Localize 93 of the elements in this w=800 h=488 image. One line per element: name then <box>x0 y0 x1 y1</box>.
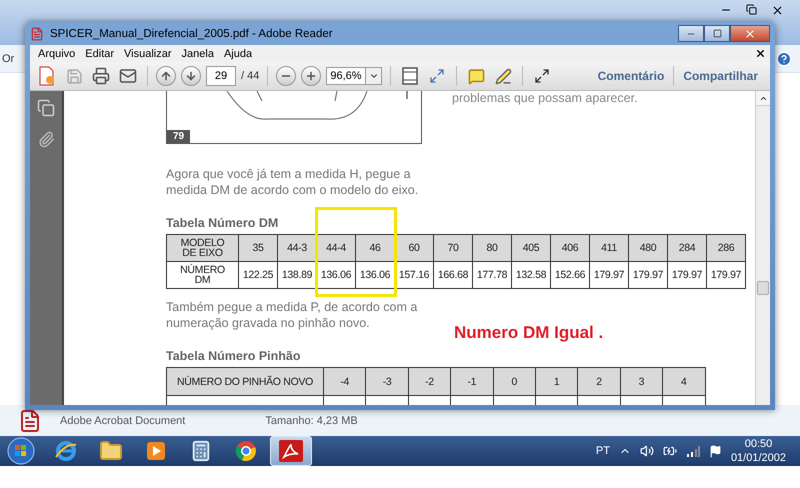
table-cell: 177.78 <box>473 262 512 289</box>
file-type-text: Adobe Acrobat Document <box>60 414 186 426</box>
table-cell: 179.97 <box>629 262 668 289</box>
table-title: Tabela Número Pinhão <box>166 349 302 363</box>
figure-number: 79 <box>167 130 190 143</box>
table-header-cell: -1 <box>451 368 494 396</box>
battery-icon[interactable] <box>662 444 677 458</box>
table-header-cell: 60 <box>395 235 434 262</box>
table-header-cell: 1 <box>536 368 578 396</box>
plus-icon <box>305 70 318 82</box>
next-page-button[interactable] <box>181 66 201 86</box>
table-header-cell: 2 <box>578 368 621 396</box>
attachment-icon[interactable] <box>38 131 54 148</box>
table-header-cell: 35 <box>239 235 278 262</box>
pdf-file-icon <box>30 26 44 40</box>
arrow-up-icon <box>160 70 172 82</box>
zoom-field[interactable]: 96,6% <box>326 67 366 85</box>
table-cell: 179.97 <box>590 262 629 289</box>
flag-icon[interactable] <box>708 444 722 458</box>
table-header-cell: 46 <box>356 235 395 262</box>
share-link[interactable]: Compartilhar <box>677 66 764 86</box>
paragraph: Também pegue a medida P, de acordo com a numeração gravada no pinhão novo. <box>166 299 418 331</box>
table-header-cell: MODELO DE EIXO <box>167 235 239 262</box>
menu-item[interactable]: Ajuda <box>220 48 256 60</box>
menu-item[interactable]: Editar <box>81 48 118 60</box>
scrollbar[interactable] <box>755 91 770 405</box>
language-indicator[interactable]: PT <box>596 445 610 457</box>
signal-bars-icon[interactable] <box>686 445 700 457</box>
paragraph: Agora que você já tem a medida H, pegue a medida DM de acordo com o modelo do eixo. <box>166 166 420 198</box>
menu-item[interactable]: Janela <box>178 48 218 60</box>
table-header-cell: 406 <box>551 235 590 262</box>
browser-e-icon <box>54 439 78 463</box>
file-size-text: Tamanho: 4,23 MB <box>265 414 358 426</box>
body-text: problemas que possam aparecer. <box>452 91 638 105</box>
table-header-cell: 4 <box>663 368 706 396</box>
pdf-file-icon <box>18 408 42 432</box>
browser-wheel-icon <box>234 439 258 463</box>
table-header-cell: 70 <box>434 235 473 262</box>
table-cell: NÚMERO DM <box>167 262 239 289</box>
table-header-cell: 411 <box>590 235 629 262</box>
close-document-icon[interactable] <box>755 48 766 59</box>
zoom-out-button[interactable] <box>276 66 296 86</box>
table-header-cell: 80 <box>473 235 512 262</box>
table-cell: 152.66 <box>551 262 590 289</box>
menu-item[interactable]: Arquivo <box>34 48 80 60</box>
table-header-cell: -2 <box>408 368 452 396</box>
window-title: SPICER_Manual_Direfencial_2005.pdf - Adobe Reader <box>50 28 333 40</box>
table-title: Tabela Número DM <box>166 216 280 230</box>
page-count-text: / 44 <box>241 70 260 82</box>
taskbar-app-button[interactable] <box>270 436 312 466</box>
help-icon[interactable] <box>776 50 792 66</box>
previous-page-button[interactable] <box>156 66 176 86</box>
minimize-button[interactable] <box>678 25 704 42</box>
table-cell: 157.16 <box>395 262 434 289</box>
pdf-icon <box>278 439 304 463</box>
restore-icon[interactable] <box>746 4 757 15</box>
zoom-in-button[interactable] <box>301 66 322 86</box>
table-header-cell: 405 <box>512 235 551 262</box>
table-header-cell: 480 <box>629 235 668 262</box>
comment-link[interactable]: Comentário <box>592 66 670 86</box>
print-button[interactable] <box>90 65 112 87</box>
page-number-field[interactable]: 29 <box>206 66 236 86</box>
table-cell: 179.97 <box>707 262 746 289</box>
pages-icon[interactable] <box>37 99 55 117</box>
table-header-cell: 284 <box>668 235 707 262</box>
arrow-down-icon <box>185 70 197 82</box>
maximize-icon <box>712 29 722 38</box>
table-header-cell: 0 <box>494 368 536 396</box>
table-cell: 136.06 <box>317 262 356 289</box>
close-icon <box>744 28 756 40</box>
annotation-text: Numero DM Igual . <box>454 323 604 343</box>
folder-icon <box>99 439 123 463</box>
table-cell: 179.97 <box>668 262 707 289</box>
table-cell: 122.25 <box>239 262 278 289</box>
close-icon[interactable] <box>771 4 784 17</box>
table-header-cell: -4 <box>324 368 366 396</box>
table-header-cell: 44-3 <box>278 235 317 262</box>
speaker-icon[interactable] <box>640 444 654 458</box>
menu-text: Or <box>2 52 14 64</box>
menu-item[interactable]: Visualizar <box>120 48 176 60</box>
table-cell: 132.58 <box>512 262 551 289</box>
table-header-cell: 44-4 <box>317 235 356 262</box>
close-button[interactable] <box>730 25 770 42</box>
table-header-cell: 3 <box>620 368 664 396</box>
calculator-icon <box>190 440 212 462</box>
clock[interactable]: 00:50 01/01/2002 <box>730 437 786 465</box>
table-header-cell: NÚMERO DO PINHÃO NOVO <box>167 368 324 396</box>
table-cell: 166.68 <box>434 262 473 289</box>
maximize-button[interactable] <box>704 25 730 42</box>
scroll-thumb[interactable] <box>757 281 769 295</box>
table-header-cell: -3 <box>366 368 409 396</box>
media-player-icon <box>145 440 167 462</box>
table-header-cell: 286 <box>707 235 746 262</box>
